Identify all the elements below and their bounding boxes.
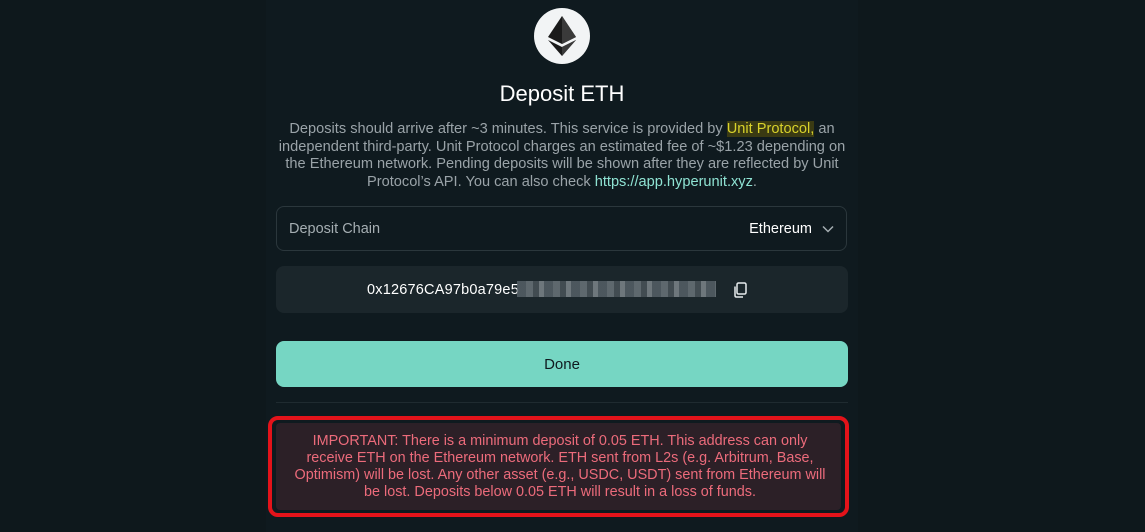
description-text: Deposits should arrive after ~3 minutes.…: [289, 121, 727, 137]
ethereum-logo-icon: [534, 8, 590, 64]
done-button[interactable]: Done: [276, 341, 848, 387]
copy-icon[interactable]: [733, 282, 747, 298]
deposit-address: 0x12676CA97b0a79e5: [367, 282, 519, 298]
chevron-down-icon: [822, 225, 834, 233]
unit-protocol-link[interactable]: https://app.hyperunit.xyz: [595, 174, 753, 190]
left-backdrop: [0, 0, 266, 532]
deposit-chain-dropdown[interactable]: Ethereum: [749, 221, 834, 237]
address-redaction: [517, 281, 716, 297]
deposit-chain-selector[interactable]: Deposit Chain Ethereum: [276, 206, 847, 251]
dialog-title: Deposit ETH: [499, 81, 625, 106]
provider-highlight: Unit Protocol,: [726, 121, 815, 137]
deposit-chain-label: Deposit Chain: [289, 220, 381, 237]
selected-chain: Ethereum: [749, 220, 812, 237]
description-text: .: [752, 173, 757, 190]
divider: [276, 402, 848, 403]
warning-text: IMPORTANT: There is a minimum deposit of…: [294, 433, 826, 500]
deposit-description: Deposits should arrive after ~3 minutes.…: [278, 121, 846, 191]
right-backdrop: [858, 0, 1145, 532]
